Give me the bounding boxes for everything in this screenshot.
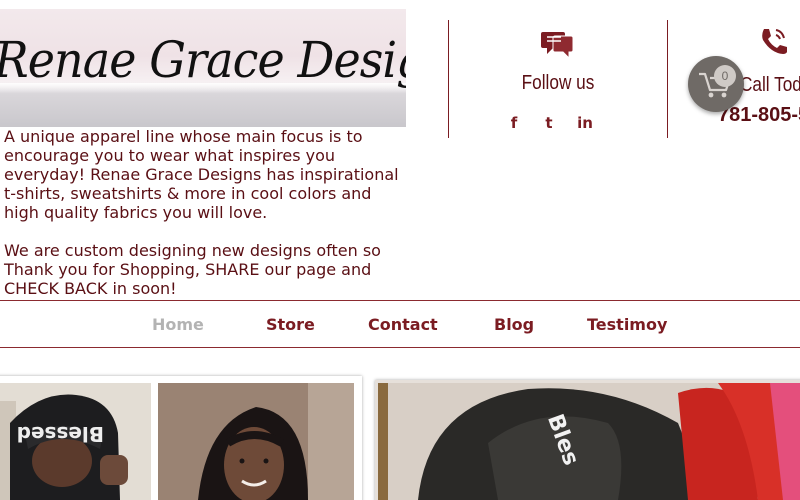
logo-banner[interactable]: Renae Grace Designs [0, 9, 406, 127]
tagline-paragraph-1: A unique apparel line whose main focus i… [4, 127, 399, 222]
main-nav: Home Store Contact Blog Testimoy [0, 300, 800, 348]
call-label: Call Today [740, 74, 800, 96]
woman-portrait-image [158, 383, 354, 500]
gallery-photo-2[interactable] [158, 383, 354, 500]
nav-item-blog[interactable]: Blog [494, 315, 534, 334]
hoodie-text: Blessed [17, 422, 104, 446]
linkedin-icon[interactable]: in [576, 114, 594, 132]
follow-block: Follow us f t in [449, 20, 667, 138]
tagline: A unique apparel line whose main focus i… [4, 127, 404, 298]
nav-item-contact[interactable]: Contact [368, 315, 438, 334]
twitter-icon[interactable]: t [540, 114, 558, 132]
nav-item-home[interactable]: Home [152, 315, 204, 334]
nav-item-testimoy[interactable]: Testimoy [587, 315, 667, 334]
gallery-photo-1[interactable]: Blessed [0, 383, 151, 500]
gallery-photo-3[interactable]: Bles [378, 383, 800, 500]
tagline-paragraph-2: We are custom designing new designs ofte… [4, 241, 381, 298]
nav-item-store[interactable]: Store [266, 315, 315, 334]
facebook-icon[interactable]: f [505, 114, 523, 132]
cart-button[interactable]: 0 [688, 56, 744, 112]
logo-text: Renae Grace Designs [0, 31, 406, 89]
cart-count-badge: 0 [714, 65, 736, 87]
hoodies-rack-image: Bles [378, 383, 800, 500]
chat-bubbles-icon [541, 32, 574, 60]
hoodie-photo-image: Blessed [0, 383, 151, 500]
follow-label: Follow us [521, 72, 595, 94]
phone-icon [762, 29, 787, 54]
